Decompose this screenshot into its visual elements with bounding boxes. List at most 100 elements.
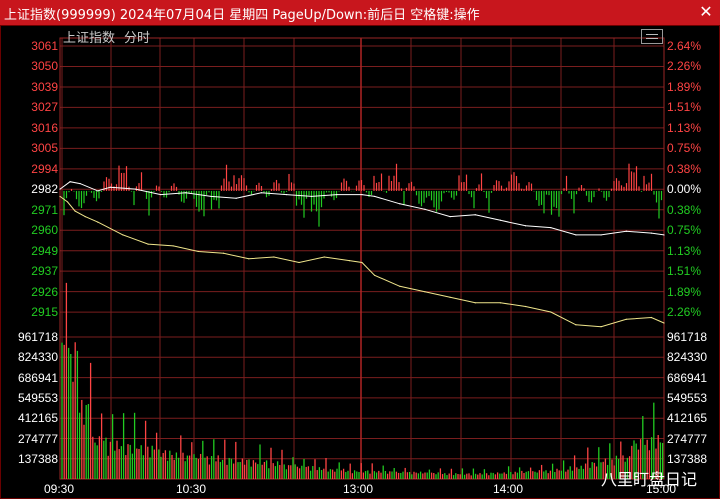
price-tick-label: 3039	[31, 79, 58, 94]
series-point	[248, 258, 250, 260]
series-point	[550, 311, 552, 313]
series-point	[650, 316, 653, 319]
volume-tick-label: 549553	[667, 390, 708, 405]
series-point	[79, 182, 81, 185]
series-point	[97, 190, 99, 192]
series-point	[625, 318, 627, 320]
price-tick-label: 2915	[31, 305, 58, 320]
series-point	[600, 326, 602, 328]
series-point	[499, 219, 502, 221]
volume-tick-label: 274777	[17, 431, 58, 446]
time-tick-label: 09:30	[44, 482, 75, 496]
price-tick-label: 2982	[31, 182, 58, 197]
percent-tick-label: 0.75%	[667, 223, 702, 238]
percent-tick-label: 1.51%	[667, 264, 702, 279]
series-point	[134, 188, 137, 190]
time-tick-label: 14:00	[493, 482, 524, 496]
series-point	[663, 322, 665, 324]
price-tick-label: 3027	[31, 100, 58, 115]
percent-tick-label: 0.38%	[667, 161, 702, 176]
series-point	[449, 215, 451, 218]
series-point	[424, 291, 426, 293]
series-point	[474, 214, 476, 216]
volume-tick-label: 137388	[17, 451, 58, 466]
series-point	[499, 302, 502, 304]
series-point	[524, 225, 527, 227]
price-tick-label: 3005	[31, 141, 58, 156]
series-point	[160, 193, 162, 196]
series-point	[222, 252, 225, 254]
intraday-chart[interactable]	[0, 0, 720, 499]
series-point	[399, 285, 401, 287]
time-tick-label: 10:30	[176, 482, 207, 496]
price-tick-label: 2960	[31, 223, 58, 238]
price-tick-label: 2937	[31, 264, 58, 279]
period-tab[interactable]: 分时	[124, 27, 150, 46]
series-point	[575, 324, 577, 326]
volume-tick-label: 686941	[667, 370, 708, 385]
series-point	[210, 195, 212, 198]
series-point	[109, 186, 111, 188]
percent-tick-label: 1.89%	[667, 79, 702, 94]
menu-icon[interactable]	[641, 29, 663, 44]
price-tick-label: 2949	[31, 243, 58, 258]
price-tick-label: 2994	[31, 161, 58, 176]
index-name-label: 上证指数	[63, 31, 116, 46]
series-point	[235, 197, 237, 199]
series-point	[575, 234, 577, 236]
series-point	[311, 195, 313, 198]
series-point	[600, 234, 602, 236]
price-tick-label: 2971	[31, 202, 58, 217]
series-point	[260, 192, 262, 194]
percent-tick-label: 1.89%	[667, 284, 702, 299]
percent-tick-label: 0.75%	[667, 141, 702, 156]
series-point	[172, 245, 174, 247]
volume-tick-label: 549553	[17, 390, 58, 405]
series-point	[361, 193, 363, 196]
volume-tick-label: 412165	[17, 411, 58, 426]
series-point	[69, 181, 71, 183]
series-point	[59, 188, 61, 190]
series-point	[122, 234, 124, 236]
series-point	[336, 193, 338, 196]
watermark-text: 八里盯盘日记	[601, 470, 698, 489]
volume-tick-label: 274777	[667, 431, 708, 446]
percent-tick-label: 1.51%	[667, 100, 702, 115]
percent-tick-label: 2.26%	[667, 305, 702, 320]
percent-tick-label: 2.64%	[667, 39, 702, 53]
series-point	[361, 261, 363, 264]
series-point	[298, 261, 300, 264]
volume-tick-label: 824330	[17, 350, 58, 365]
series-point	[348, 260, 351, 262]
volume-tick-label: 686941	[17, 370, 58, 385]
percent-tick-label: 2.26%	[667, 59, 702, 74]
series-point	[399, 203, 401, 205]
percent-tick-label: 1.13%	[667, 243, 702, 258]
series-point	[185, 192, 187, 194]
series-point	[84, 215, 86, 218]
price-tick-label: 3050	[31, 59, 58, 74]
volume-tick-label: 961718	[667, 330, 708, 344]
average-series-line	[59, 195, 665, 328]
series-point	[524, 305, 527, 308]
series-point	[373, 195, 376, 198]
price-tick-label: 3061	[31, 39, 58, 53]
percent-tick-label: 0.38%	[667, 202, 702, 217]
series-point	[474, 302, 476, 304]
volume-tick-label: 412165	[667, 411, 708, 426]
percent-tick-label: 0.00%	[667, 182, 702, 197]
series-point	[197, 250, 200, 253]
volume-tick-label: 137388	[667, 451, 708, 466]
time-tick-label: 13:00	[343, 482, 374, 496]
percent-tick-label: 1.13%	[667, 120, 702, 135]
price-tick-label: 3016	[31, 120, 58, 135]
series-point	[625, 230, 627, 232]
volume-tick-label: 961718	[17, 330, 58, 344]
series-point	[663, 234, 665, 236]
series-point	[285, 193, 288, 196]
series-point	[449, 296, 451, 298]
series-point	[323, 256, 325, 258]
series-point	[66, 201, 69, 203]
series-point	[147, 243, 149, 245]
series-point	[59, 195, 61, 198]
